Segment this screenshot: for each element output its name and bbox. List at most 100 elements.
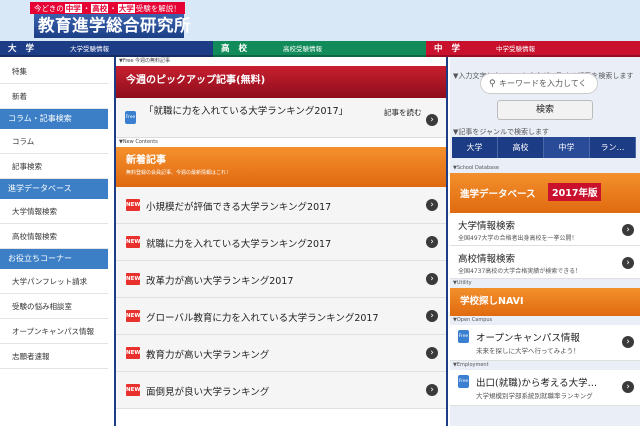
site-logo[interactable]: 教育進学総合研究所	[34, 14, 191, 38]
employment-item[interactable]: Free 出口(就職)から考える大学… 大学規模別学部系統別就職率ランキング ›	[450, 370, 640, 406]
database-item-highschool[interactable]: 高校情報検索 全国4737高校の大学合格実績が検索できる！ ›	[450, 246, 640, 279]
article-row[interactable]: NEW 教育力が高い大学ランキング ›	[116, 335, 446, 372]
tagline-text: 今どきの	[34, 4, 64, 13]
new-articles-subtitle: 無料登録の会員記事、今週の最新情報はこれ！	[126, 170, 232, 176]
open-campus-title: オープンキャンパス情報	[476, 333, 580, 344]
article-row[interactable]: NEW 小規模だが評価できる大学ランキング2017 ›	[116, 187, 446, 224]
site-header: 今どきの 中学・高校・大学 受験を解説！ 教育進学総合研究所	[0, 0, 640, 41]
tagline: 今どきの 中学・高校・大学 受験を解説！	[30, 2, 185, 14]
new-badge-icon: NEW	[126, 347, 140, 359]
new-articles-header: 新着記事 無料登録の会員記事、今週の最新情報はこれ！	[116, 147, 446, 187]
utility-label: ▼Utility	[453, 280, 472, 286]
sidebar-item-open-campus[interactable]: オープンキャンパス情報	[0, 319, 108, 344]
free-section-label: ▼Free 今週の無料記事	[119, 58, 171, 64]
chevron-right-icon: ›	[622, 257, 634, 269]
database-header: 進学データベース 2017年版	[450, 173, 640, 213]
nav-tab-sub: 中学受験情報	[496, 45, 535, 53]
database-year-badge: 2017年版	[548, 183, 602, 201]
article-title: グローバル教育に力を入れている大学ランキング2017	[146, 313, 379, 324]
sidebar-item-highschool-search[interactable]: 高校情報検索	[0, 224, 108, 249]
sidebar-item-column[interactable]: コラム	[0, 129, 108, 154]
chevron-right-icon: ›	[426, 384, 438, 396]
main-content: ▼Free 今週の無料記事 今週のピックアップ記事(無料) Free 「就職に力…	[114, 57, 448, 426]
pickup-header: 今週のピックアップ記事(無料)	[116, 66, 446, 98]
free-badge-icon: Free	[125, 111, 136, 124]
sidebar-item-university-search[interactable]: 大学情報検索	[0, 199, 108, 224]
article-title: 教育力が高い大学ランキング	[146, 350, 270, 361]
sidebar-heading-column-search: コラム・記事検索	[0, 109, 108, 129]
tagline-highlight: 大学	[117, 4, 135, 13]
sidebar-item-article-search[interactable]: 記事検索	[0, 154, 108, 179]
nav-tab-label: 大学	[8, 44, 44, 54]
chevron-right-icon: ›	[426, 310, 438, 322]
school-database-label: ▼School Database	[453, 165, 499, 171]
open-campus-label: ▼Open Campus	[453, 317, 493, 323]
new-articles-title: 新着記事	[126, 155, 166, 166]
top-nav: 大学 大学受験情報 高校 高校受験情報 中学 中学受験情報	[0, 41, 640, 57]
employment-title: 出口(就職)から考える大学…	[476, 378, 598, 389]
database-item-sub: 全国4737高校の大学合格実績が検索できる！	[458, 268, 582, 275]
nav-tab-university[interactable]: 大学 大学受験情報	[0, 41, 213, 57]
read-article-link[interactable]: 記事を読む	[384, 107, 422, 118]
new-badge-icon: NEW	[126, 236, 140, 248]
new-badge-icon: NEW	[126, 273, 140, 285]
article-row[interactable]: NEW 改革力が高い大学ランキング2017 ›	[116, 261, 446, 298]
nav-tab-juniorhigh[interactable]: 中学 中学受験情報	[426, 41, 640, 57]
chevron-right-icon: ›	[622, 224, 634, 236]
article-title: 改革力が高い大学ランキング2017	[146, 276, 294, 287]
genre-tab-juniorhigh[interactable]: 中学	[544, 137, 590, 158]
employment-sub: 大学規模別学部系統別就職率ランキング	[476, 392, 593, 400]
tagline-text: 受験を解説！	[135, 4, 181, 13]
database-item-title: 高校情報検索	[458, 254, 516, 265]
article-row[interactable]: NEW 就職に力を入れている大学ランキング2017 ›	[116, 224, 446, 261]
new-badge-icon: NEW	[126, 199, 140, 211]
database-item-university[interactable]: 大学情報検索 全国497大学の合格者出身高校を一挙公開！ ›	[450, 213, 640, 246]
chevron-right-icon: ›	[426, 273, 438, 285]
sidebar-item-new[interactable]: 新着	[0, 84, 108, 109]
genre-search-label: ▼記事をジャンルで検索します	[453, 128, 550, 136]
sidebar-item-pamphlet[interactable]: 大学パンフレット請求	[0, 269, 108, 294]
chevron-right-icon: ›	[426, 347, 438, 359]
nav-tab-highschool[interactable]: 高校 高校受験情報	[213, 41, 426, 57]
chevron-right-icon: ›	[426, 114, 438, 126]
nav-tab-sub: 高校受験情報	[283, 45, 322, 53]
school-database: ▼School Database 進学データベース 2017年版 大学情報検索 …	[450, 164, 640, 406]
nav-tab-label: 中学	[434, 44, 470, 54]
right-column: ▼入力文字とタイトルか本文が一致する記事を検索します ⚲ 検索 ▼記事をジャンル…	[450, 57, 640, 426]
sidebar-item-consultation[interactable]: 受験の悩み相談室	[0, 294, 108, 319]
search-box: ⚲	[480, 73, 598, 94]
genre-tab-highschool[interactable]: 高校	[498, 137, 544, 158]
new-badge-icon: NEW	[126, 384, 140, 396]
sidebar-heading-useful: お役立ちコーナー	[0, 249, 108, 269]
chevron-right-icon: ›	[622, 381, 634, 393]
pickup-article-title: 「就職に力を入れている大学ランキング2017」	[144, 106, 349, 117]
chevron-right-icon: ›	[622, 336, 634, 348]
chevron-right-icon: ›	[426, 199, 438, 211]
open-campus-item[interactable]: Free オープンキャンパス情報 未来を探しに大学へ行ってみよう！ ›	[450, 325, 640, 361]
genre-tabs: 大学 高校 中学 ラン…	[452, 137, 636, 158]
database-title: 進学データベース	[460, 189, 536, 200]
new-section-label: ▼New Contents	[119, 139, 158, 145]
genre-tab-ranking[interactable]: ラン…	[590, 137, 636, 158]
chevron-right-icon: ›	[426, 236, 438, 248]
sidebar-item-feature[interactable]: 特集	[0, 59, 108, 84]
tagline-highlight: 中学	[64, 4, 82, 13]
open-campus-sub: 未来を探しに大学へ行ってみよう！	[476, 347, 580, 355]
sidebar: 特集 新着 コラム・記事検索 コラム 記事検索 進学データベース 大学情報検索 …	[0, 59, 108, 393]
school-navi-header: 学校探しNAVI	[450, 288, 640, 316]
nav-tab-label: 高校	[221, 44, 257, 54]
sidebar-item-applicants[interactable]: 志願者速報	[0, 344, 108, 369]
sidebar-heading-database: 進学データベース	[0, 179, 108, 199]
keyword-search-input[interactable]	[481, 74, 597, 93]
article-row[interactable]: NEW グローバル教育に力を入れている大学ランキング2017 ›	[116, 298, 446, 335]
article-title: 小規模だが評価できる大学ランキング2017	[146, 202, 332, 213]
article-row[interactable]: NEW 面倒見が良い大学ランキング ›	[116, 372, 446, 409]
employment-label: ▼Employment	[453, 362, 489, 368]
new-badge-icon: NEW	[126, 310, 140, 322]
database-item-title: 大学情報検索	[458, 221, 516, 232]
genre-tab-university[interactable]: 大学	[452, 137, 498, 158]
search-button[interactable]: 検索	[497, 100, 593, 120]
nav-tab-sub: 大学受験情報	[70, 45, 109, 53]
article-title: 面倒見が良い大学ランキング	[146, 387, 270, 398]
pickup-article[interactable]: Free 「就職に力を入れている大学ランキング2017」 記事を読む ›	[116, 98, 446, 138]
